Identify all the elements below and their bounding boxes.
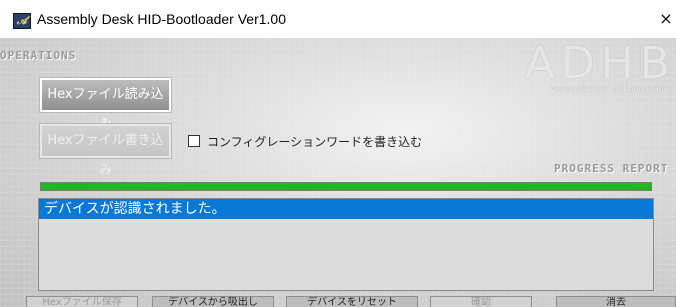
main-panel: OPERATIONS ADHB AssemblyDesk HID Bootloa… (0, 38, 676, 307)
progress-section-label: PROGRESS REPORT (554, 162, 669, 175)
verify-button[interactable]: 確認 (430, 296, 532, 307)
operations-section-label: OPERATIONS (0, 49, 77, 62)
erase-button[interactable]: 消去 (556, 296, 676, 307)
progress-bar (40, 182, 652, 191)
write-hex-button[interactable]: Hexファイル書き込み (39, 123, 172, 178)
app-icon: 𝒜 (13, 13, 31, 29)
brand-subtitle: AssemblyDesk HID Bootloader (550, 84, 672, 93)
brand-logo: ADHB (524, 38, 676, 89)
read-device-button[interactable]: デバイスから吸出し (152, 296, 274, 307)
bottom-toolbar: Hexファイル保存 デバイスから吸出し デバイスをリセット 確認 消去 (0, 296, 676, 307)
progress-fill (41, 183, 651, 190)
close-button[interactable]: × (656, 8, 676, 30)
title-bar: 𝒜 Assembly Desk HID-Bootloader Ver1.00 × (0, 0, 676, 38)
save-hex-button[interactable]: Hexファイル保存 (26, 296, 138, 307)
config-word-checkbox[interactable] (188, 135, 200, 147)
reset-device-button[interactable]: デバイスをリセット (286, 296, 418, 307)
read-hex-button[interactable]: Hexファイル読み込み (39, 77, 172, 132)
log-list[interactable]: デバイスが認識されました。 (38, 198, 654, 291)
config-word-label: コンフィグレーションワードを書き込む (207, 135, 423, 149)
log-item[interactable]: デバイスが認識されました。 (39, 199, 653, 219)
window-title: Assembly Desk HID-Bootloader Ver1.00 (37, 11, 286, 27)
